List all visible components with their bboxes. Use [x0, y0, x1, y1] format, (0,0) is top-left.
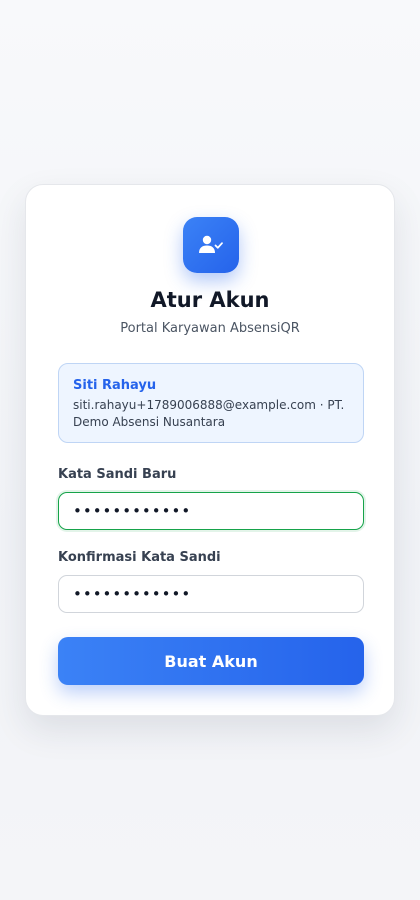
confirm-password-label: Konfirmasi Kata Sandi [58, 550, 221, 565]
new-password-label: Kata Sandi Baru [58, 467, 177, 482]
page-title: Atur Akun [150, 288, 270, 312]
new-password-input[interactable] [58, 492, 364, 530]
user-email-company: siti.rahayu+1789006888@example.com · PT.… [73, 398, 345, 429]
create-account-button[interactable]: Buat Akun [58, 637, 364, 685]
user-name: Siti Rahayu [73, 378, 157, 393]
user-check-icon [199, 235, 223, 253]
confirm-password-input[interactable] [58, 575, 364, 613]
user-info-box: Siti Rahayu siti.rahayu+1789006888@examp… [58, 363, 364, 443]
setup-account-card: Atur Akun Portal Karyawan AbsensiQR Siti… [25, 184, 395, 716]
page-subtitle: Portal Karyawan AbsensiQR [120, 321, 300, 336]
app-logo [183, 217, 239, 273]
